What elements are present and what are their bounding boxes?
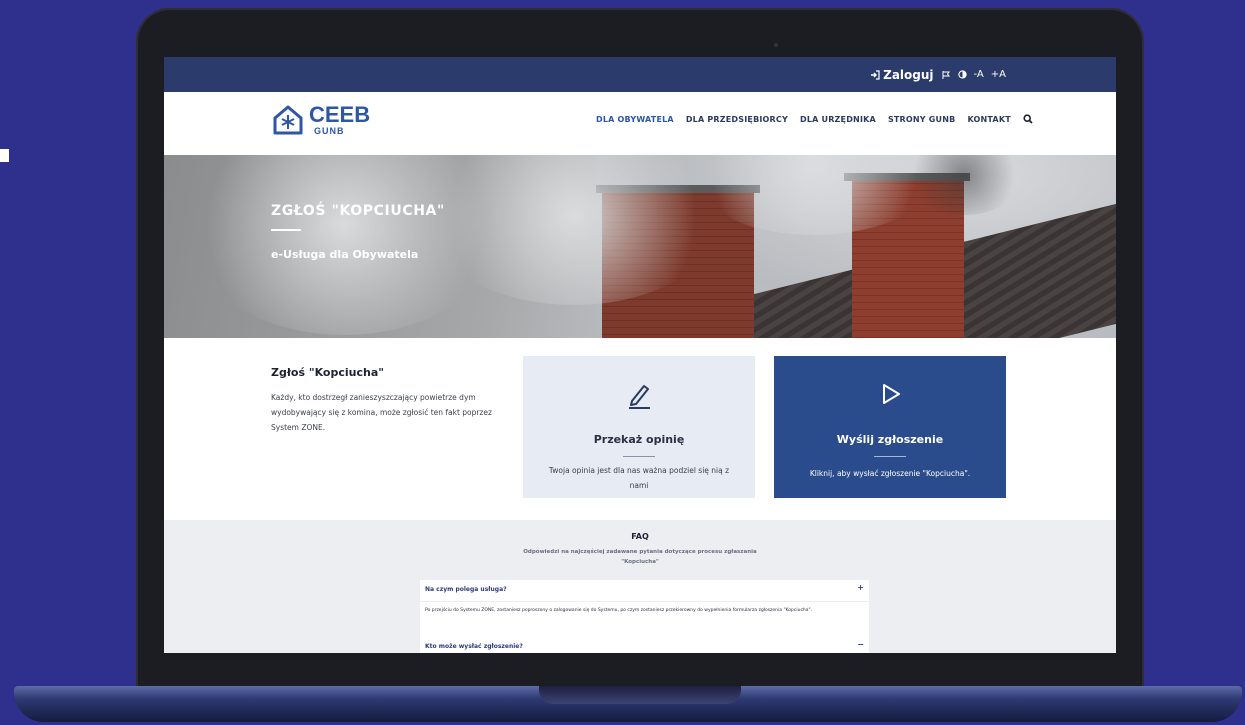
house-snowflake-icon	[273, 105, 303, 135]
font-decrease-icon[interactable]: -A	[974, 69, 984, 80]
main-nav: DLA OBYWATELA DLA PRZEDSIĘBIORCY DLA URZ…	[596, 114, 1033, 124]
intro-title: Zgłoś "Kopciucha"	[271, 366, 384, 379]
login-label: Zaloguj	[883, 67, 934, 82]
send-report-card-text: Kliknij, aby wysłać zgłoszenie "Kopciuch…	[809, 469, 971, 478]
webcam-icon	[774, 43, 778, 47]
nav-item-kontakt[interactable]: KONTAKT	[967, 115, 1010, 124]
faq-title: FAQ	[631, 532, 649, 541]
card-divider	[623, 456, 655, 457]
faq-answer: Po przejściu do Systemu ZONE, zostaniesz…	[425, 608, 813, 613]
font-increase-icon[interactable]: +A	[991, 69, 1006, 80]
faq-expand-toggle[interactable]: +	[857, 583, 864, 592]
logo-name: CEEB	[309, 102, 371, 127]
laptop-notch	[539, 686, 741, 704]
nav-item-dla-urzednika[interactable]: DLA URZĘDNIKA	[800, 115, 876, 124]
ceeb-logo[interactable]: CEEB GUNB	[271, 103, 370, 137]
login-icon	[871, 69, 880, 80]
feedback-card-title: Przekaż opinię	[593, 433, 685, 446]
feedback-card-text: Twoja opinia jest dla nas ważna podziel …	[548, 466, 730, 490]
search-icon[interactable]	[1023, 114, 1033, 124]
top-utility-bar: Zaloguj -A +A	[164, 57, 1116, 92]
hero-subtitle: e-Usługa dla Obywatela	[271, 248, 419, 261]
login-link[interactable]: Zaloguj	[870, 67, 934, 82]
nav-item-strony-gunb[interactable]: STRONY GUNB	[888, 115, 956, 124]
pencil-icon	[629, 385, 650, 409]
decorative-square	[0, 149, 9, 162]
faq-question[interactable]: Na czym polega usługa?	[425, 586, 507, 593]
contrast-icon[interactable]	[957, 70, 967, 79]
faq-collapse-toggle[interactable]: −	[857, 640, 864, 649]
nav-item-dla-obywatela[interactable]: DLA OBYWATELA	[596, 115, 674, 124]
faq-question[interactable]: Kto może wysłać zgłoszenie?	[425, 643, 523, 650]
card-divider	[874, 456, 906, 457]
main-navbar: CEEB GUNB DLA OBYWATELA DLA PRZEDSIĘBIOR…	[164, 92, 1116, 155]
send-report-card-title: Wyślij zgłoszenie	[836, 433, 944, 446]
logo-sub: GUNB	[314, 126, 345, 136]
laptop-screen: Zaloguj -A +A CEEB GUNB DLA OBYWATELA DL…	[164, 57, 1116, 653]
play-icon	[883, 384, 900, 404]
hero-title: ZGŁOŚ "KOPCIUCHA"	[271, 203, 445, 219]
faq-subtitle: Odpowiedzi na najczęściej zadawane pytan…	[523, 549, 757, 565]
nav-item-dla-przedsiebiorcy[interactable]: DLA PRZEDSIĘBIORCY	[686, 115, 788, 124]
flag-icon[interactable]	[941, 70, 951, 80]
send-report-card[interactable]: Wyślij zgłoszenie Kliknij, aby wysłać zg…	[774, 356, 1006, 498]
intro-text: Każdy, kto dostrzegł zanieszyszczający p…	[271, 393, 492, 432]
services-section: Zgłoś "Kopciucha" Każdy, kto dostrzegł z…	[164, 338, 1116, 520]
hero-divider	[271, 229, 301, 231]
faq-section: FAQ Odpowiedzi na najczęściej zadawane p…	[164, 520, 1116, 653]
feedback-card[interactable]: Przekaż opinię Twoja opinia jest dla nas…	[523, 356, 755, 498]
faq-accordion: Na czym polega usługa? + Po przejściu do…	[420, 580, 869, 653]
hero-banner: ZGŁOŚ "KOPCIUCHA" e-Usługa dla Obywatela	[164, 155, 1116, 338]
faq-divider	[420, 601, 869, 602]
